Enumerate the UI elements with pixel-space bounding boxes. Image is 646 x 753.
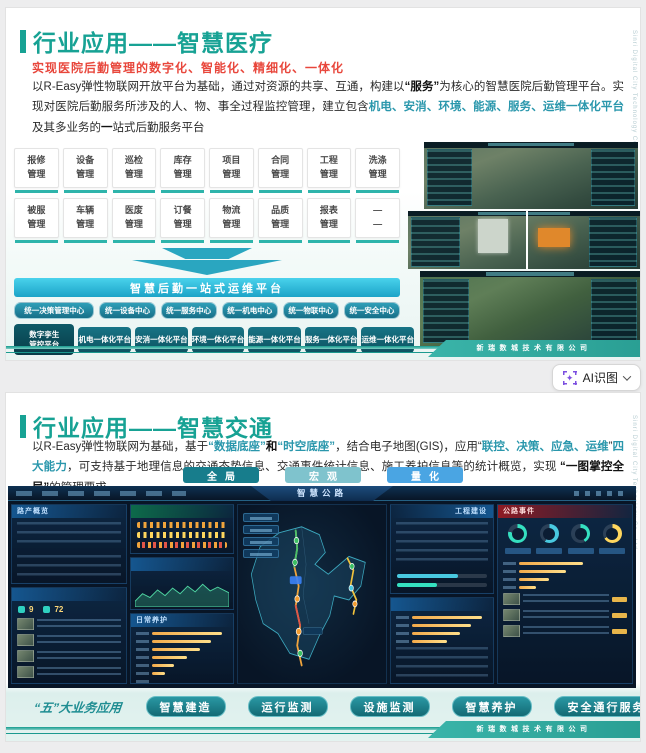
slide1-title-text: 行业应用——智慧医疗 xyxy=(33,30,273,56)
map-layer-button xyxy=(243,537,279,546)
biz-button: 安全通行服务 xyxy=(553,696,640,717)
module-cell: 品质 管理 xyxy=(257,198,303,243)
slide2-footer: 新瑞数城技术有限公司 xyxy=(6,717,640,741)
document-viewer: { "ui": { "ai_button": { "label": "AI识图"… xyxy=(0,0,646,753)
module-cell: 工程 管理 xyxy=(306,148,352,193)
biz-button: 智慧建造 xyxy=(145,696,226,717)
module-cell: 库存 管理 xyxy=(160,148,205,193)
title-accent-bar xyxy=(20,414,26,438)
slide1-title: 行业应用——智慧医疗 xyxy=(20,24,273,58)
biz-label: “五”大业务应用 xyxy=(33,701,123,715)
gis-map xyxy=(237,504,387,684)
business-applications-row: “五”大业务应用 智慧建造 运行监测 设施监测 智慧养护 安全通行服务 xyxy=(6,696,640,717)
slide-transportation[interactable]: 行业应用——智慧交通 Sinri Digital City Technology… xyxy=(6,393,640,741)
module-cell: 物流 管理 xyxy=(209,198,254,243)
center-pill: 统一机电中心 xyxy=(221,302,278,319)
map-layer-button xyxy=(243,525,279,534)
module-cell: 医废 管理 xyxy=(111,198,157,243)
panel-traffic-analysis xyxy=(130,504,234,555)
ai-sparkle-icon: ✦ xyxy=(562,370,577,385)
module-cell: 报修 管理 xyxy=(14,148,59,193)
event-gauges xyxy=(498,518,632,545)
module-cell: 合同 管理 xyxy=(257,148,303,193)
company-ribbon: 新瑞数城技术有限公司 xyxy=(428,340,640,357)
center-pill: 统一物联中心 xyxy=(282,302,339,319)
view-tab: 全局 xyxy=(183,467,259,483)
chevron-down-icon[interactable] xyxy=(622,371,632,381)
biz-buttons: 智慧建造 运行监测 设施监测 智慧养护 安全通行服务 xyxy=(145,696,640,717)
view-tabs: 全局 宏观 量化 xyxy=(183,467,463,483)
module-cell: 巡检 管理 xyxy=(111,148,157,193)
slide1-body-paragraph: 以R-Easy弹性物联网开放平台为基础，通过对资源的共享、互通，构建以“服务”为… xyxy=(32,81,624,134)
panel-event-list-left: 9 72 xyxy=(11,587,127,684)
panel-highway-events: 公路事件 xyxy=(497,504,633,684)
company-ribbon: 新瑞数城技术有限公司 xyxy=(428,721,640,738)
center-pill: 统一设备中心 xyxy=(99,302,156,319)
module-cell: 设备 管理 xyxy=(62,148,108,193)
module-cell: 报表 管理 xyxy=(306,198,352,243)
view-tab: 宏观 xyxy=(285,467,361,483)
ai-recognize-button[interactable]: ✦ AI识图 xyxy=(551,364,641,391)
map-layer-button xyxy=(243,549,279,558)
hospital-dashboard-screenshot-2 xyxy=(408,211,640,269)
hospital-dashboard-screenshot-1 xyxy=(424,142,638,209)
module-cell: 车辆 管理 xyxy=(62,198,108,243)
slide-healthcare[interactable]: 行业应用——智慧医疗 Sinri Digital City Technology… xyxy=(6,8,640,360)
funnel-shape-top xyxy=(162,248,252,259)
biz-button: 运行监测 xyxy=(247,696,328,717)
platform-banner: 智慧后勤一站式运维平台 xyxy=(14,278,400,297)
footer-line-thin xyxy=(6,732,474,734)
unified-centers-row: 统一决策管理中心 统一设备中心 统一服务中心 统一机电中心 统一物联中心 统一安全中心 xyxy=(14,302,400,319)
panel-construction: 工程建设 xyxy=(390,504,494,594)
biz-button: 设施监测 xyxy=(349,696,430,717)
title-accent-bar xyxy=(20,29,26,53)
dashboard-header: 智慧公路 xyxy=(8,486,636,501)
hospital-dashboard-screenshot-3 xyxy=(420,271,640,346)
footer-line-thin xyxy=(6,351,474,353)
panel-daily-maintenance: 日常养护 xyxy=(130,613,234,684)
slide1-subtitle: 实现医院后勤管理的数字化、智能化、精细化、一体化 xyxy=(32,61,345,75)
module-cell: 订餐 管理 xyxy=(160,198,205,243)
module-grid-row1: 报修 管理 设备 管理 巡检 管理 库存 管理 项目 管理 合同 管理 工程 管理 洗涤 管理 xyxy=(14,148,400,193)
panel-road-overview: 路产概览 xyxy=(11,504,127,584)
module-cell: 洗涤 管理 xyxy=(355,148,400,193)
center-pill: 统一服务中心 xyxy=(160,302,217,319)
center-pill: 统一安全中心 xyxy=(343,302,400,319)
module-grid-row2: 被服 管理 车辆 管理 医废 管理 订餐 管理 物流 管理 品质 管理 报表 管理 — — xyxy=(14,198,400,243)
dashboard-title: 智慧公路 xyxy=(251,486,393,501)
stat-badge: 72 xyxy=(43,605,63,614)
module-cell: — — xyxy=(355,198,400,243)
center-pill: 统一决策管理中心 xyxy=(14,302,95,319)
panel-flow-chart xyxy=(130,557,234,610)
panel-construction-list xyxy=(390,597,494,684)
module-cell: 被服 管理 xyxy=(14,198,59,243)
biz-button: 智慧养护 xyxy=(451,696,532,717)
funnel-arrow-icon xyxy=(132,260,282,275)
dashboard-icons-decor xyxy=(574,491,628,496)
slide1-footer: 新瑞数城技术有限公司 xyxy=(6,336,640,360)
area-chart xyxy=(135,583,229,607)
module-cell: 项目 管理 xyxy=(209,148,254,193)
ai-button-label: AI识图 xyxy=(582,371,618,385)
footer-line xyxy=(6,346,482,349)
highway-dashboard-screenshot: 智慧公路 路产概览 9 72 日常养护 工程建设 公路事件 xyxy=(8,486,636,688)
map-layer-button xyxy=(243,513,279,522)
stat-badge: 9 xyxy=(18,605,33,614)
dashboard-menu-decor xyxy=(16,491,186,496)
view-tab: 量化 xyxy=(387,467,463,483)
footer-line xyxy=(6,727,482,730)
